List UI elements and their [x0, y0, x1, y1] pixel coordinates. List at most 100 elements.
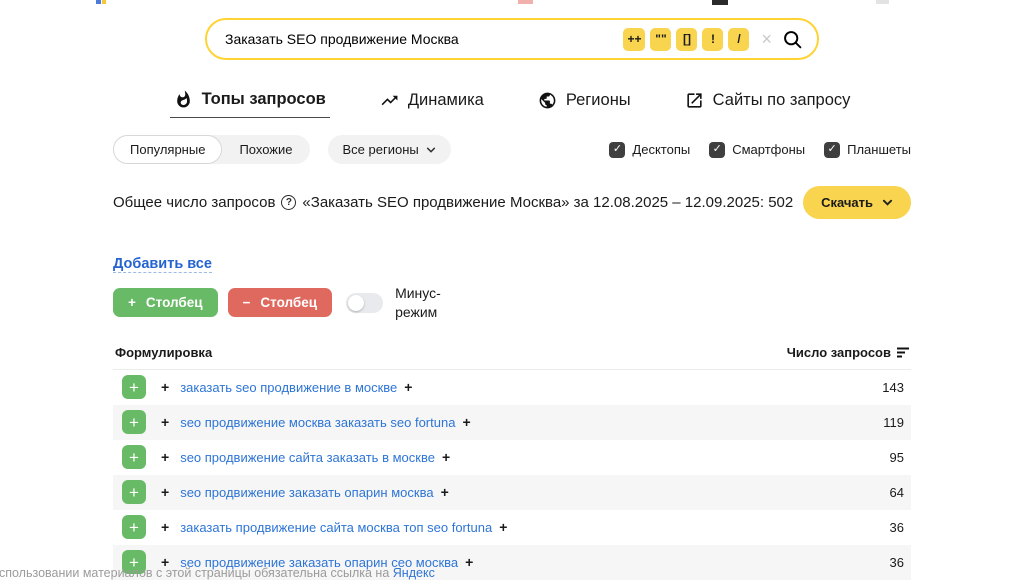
add-column-label: Столбец: [146, 295, 203, 310]
query-count: 64: [890, 485, 911, 500]
append-plus-icon[interactable]: +: [462, 414, 470, 430]
checkbox-smartphones[interactable]: ✓ Смартфоны: [709, 142, 805, 158]
tab-regions[interactable]: Регионы: [534, 91, 635, 118]
tab-top-queries[interactable]: Топы запросов: [170, 90, 330, 118]
tab-sites-by-query[interactable]: Сайты по запросу: [681, 91, 855, 118]
clipped-header-strip: [0, 0, 1024, 8]
operator-quotes-button[interactable]: "": [650, 28, 671, 51]
minus-mode-label: Минус-режим: [395, 284, 455, 322]
segment-popular[interactable]: Популярные: [113, 135, 222, 164]
column-header-phrase: Формулировка: [115, 345, 212, 360]
search-input[interactable]: [225, 31, 623, 47]
clipped-tab-mark-dark: [712, 0, 728, 5]
device-filters: ✓ Десктопы ✓ Смартфоны ✓ Планшеты: [609, 142, 911, 158]
operator-plus-button[interactable]: ++: [623, 28, 645, 51]
flame-icon: [174, 90, 193, 109]
append-plus-icon[interactable]: +: [441, 484, 449, 500]
column-header-count[interactable]: Число запросов: [787, 345, 909, 360]
copyright-footer: использовании материалов с этой страницы…: [0, 566, 435, 580]
table-row: + + seo продвижение москва заказать seo …: [113, 405, 911, 440]
region-dropdown-label: Все регионы: [343, 142, 419, 157]
query-count: 36: [890, 555, 911, 570]
add-column-button[interactable]: + Столбец: [113, 288, 218, 317]
chevron-down-icon: [426, 145, 436, 155]
search-bar: ++ "" [] ! / ×: [205, 18, 819, 60]
row-add-button[interactable]: +: [122, 480, 146, 504]
clear-icon[interactable]: ×: [761, 30, 772, 48]
plus-operator-icon[interactable]: +: [161, 484, 169, 500]
row-add-button[interactable]: +: [122, 375, 146, 399]
total-label: Общее число запросов: [113, 194, 275, 211]
append-plus-icon[interactable]: +: [404, 379, 412, 395]
row-add-button[interactable]: +: [122, 445, 146, 469]
query-link[interactable]: заказать продвижение сайта москва топ se…: [180, 520, 492, 535]
total-queries-text: Общее число запросов ? «Заказать SEO про…: [113, 194, 793, 211]
query-link[interactable]: заказать seo продвижение в москве: [180, 380, 397, 395]
trending-up-icon: [380, 91, 399, 110]
table-row: + + заказать seo продвижение в москве + …: [113, 370, 911, 405]
remove-column-label: Столбец: [260, 295, 317, 310]
view-segmented-control: Популярные Похожие: [113, 135, 310, 164]
clipped-tab-mark-gray: [876, 0, 889, 4]
query-link[interactable]: seo продвижение заказать опарин москва: [180, 485, 433, 500]
query-count: 95: [890, 450, 911, 465]
checkbox-label: Планшеты: [847, 142, 911, 157]
checked-checkbox-icon: ✓: [709, 142, 725, 158]
plus-icon: +: [128, 295, 136, 310]
search-icon[interactable]: [782, 29, 803, 50]
checkbox-label: Смартфоны: [732, 142, 805, 157]
operator-brackets-button[interactable]: []: [676, 28, 697, 51]
segment-similar[interactable]: Похожие: [222, 135, 309, 164]
clipped-favicon-2: [102, 0, 106, 4]
queries-table: Формулировка Число запросов + + заказать…: [113, 345, 911, 580]
region-dropdown[interactable]: Все регионы: [328, 135, 451, 164]
table-header: Формулировка Число запросов: [113, 345, 911, 370]
append-plus-icon[interactable]: +: [442, 449, 450, 465]
row-add-button[interactable]: +: [122, 515, 146, 539]
toggle-knob: [348, 295, 364, 311]
operator-slash-button[interactable]: /: [728, 28, 749, 51]
row-add-button[interactable]: +: [122, 410, 146, 434]
plus-operator-icon[interactable]: +: [161, 379, 169, 395]
download-label: Скачать: [821, 195, 873, 210]
tab-label: Динамика: [408, 91, 484, 110]
clipped-favicon: [96, 0, 101, 4]
checked-checkbox-icon: ✓: [609, 142, 625, 158]
plus-operator-icon[interactable]: +: [161, 414, 169, 430]
query-link[interactable]: seo продвижение москва заказать seo fort…: [180, 415, 455, 430]
query-count: 119: [883, 415, 911, 430]
footer-text: использовании материалов с этой страницы…: [0, 566, 389, 580]
table-row: + + заказать продвижение сайта москва то…: [113, 510, 911, 545]
checkbox-tablets[interactable]: ✓ Планшеты: [824, 142, 911, 158]
query-operators: ++ "" [] ! /: [623, 28, 749, 51]
external-link-icon: [685, 91, 704, 110]
tab-bar: Топы запросов Динамика Регионы Сайты по …: [0, 90, 1024, 118]
tab-label: Регионы: [566, 91, 631, 110]
tab-label: Топы запросов: [202, 90, 326, 109]
checked-checkbox-icon: ✓: [824, 142, 840, 158]
plus-operator-icon[interactable]: +: [161, 449, 169, 465]
column-actions: + Столбец − Столбец Минус-режим: [113, 284, 911, 322]
total-query-period: «Заказать SEO продвижение Москва» за 12.…: [302, 194, 793, 211]
download-button[interactable]: Скачать: [803, 186, 911, 219]
append-plus-icon[interactable]: +: [499, 519, 507, 535]
help-icon[interactable]: ?: [281, 195, 296, 210]
checkbox-desktops[interactable]: ✓ Десктопы: [609, 142, 690, 158]
summary-row: Общее число запросов ? «Заказать SEO про…: [113, 186, 911, 219]
query-link[interactable]: seo продвижение сайта заказать в москве: [180, 450, 435, 465]
append-plus-icon[interactable]: +: [465, 554, 473, 570]
minus-icon: −: [243, 295, 251, 310]
query-count: 143: [882, 380, 911, 395]
yandex-link[interactable]: Яндекс: [393, 566, 435, 580]
minus-mode-toggle[interactable]: [346, 293, 383, 313]
filter-row: Популярные Похожие Все регионы ✓ Десктоп…: [113, 135, 911, 164]
operator-exclamation-button[interactable]: !: [702, 28, 723, 51]
add-all-link[interactable]: Добавить все: [113, 256, 212, 273]
plus-operator-icon[interactable]: +: [161, 519, 169, 535]
tab-dynamics[interactable]: Динамика: [376, 91, 488, 118]
chevron-down-icon: [882, 197, 893, 208]
globe-icon: [538, 91, 557, 110]
remove-column-button[interactable]: − Столбец: [228, 288, 333, 317]
clipped-tab-mark: [518, 0, 533, 4]
table-row: + + seo продвижение заказать опарин моск…: [113, 475, 911, 510]
